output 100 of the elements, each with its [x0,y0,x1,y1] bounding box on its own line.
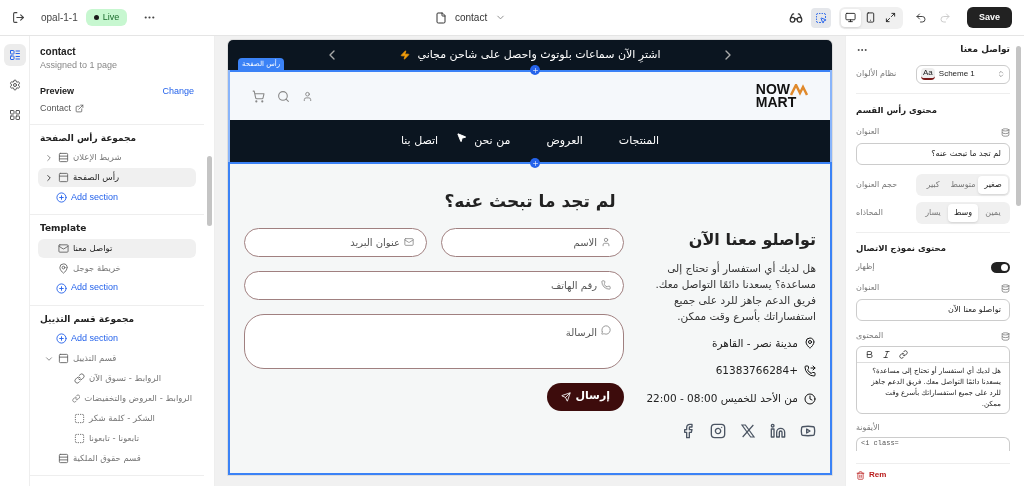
italic-icon[interactable] [882,350,891,359]
section-item[interactable]: تابعونا - تابعونا [38,429,196,448]
device-button[interactable] [840,8,861,27]
preview-link[interactable]: Contact [40,102,194,116]
section-item[interactable]: قسم حقوق الملكية [38,449,196,468]
chevron-icon[interactable] [44,172,54,183]
page-selector[interactable]: contact [434,10,507,25]
segment-option[interactable]: كبير [918,176,948,195]
glasses-icon[interactable] [788,10,803,25]
field-label: المحاذاه [856,207,883,220]
scrollbar[interactable] [1016,46,1021,206]
nav-link[interactable]: اتصل بنا [400,132,439,150]
contact-description: هل لديك أي استفسار أو تحتاج إلى مساعدة؟ يسعدنا دائمًا التواصل معك. فريق الدعم جاهز للرد على جميع استفساراتك بأسرع وقت ممكن. [654,260,816,324]
segment-option[interactable]: يمين [978,204,1008,223]
save-button[interactable]: Save [966,6,1012,29]
form-field[interactable]: عنوان البريد [244,227,427,257]
fullscreen-icon [885,12,897,23]
add-icon[interactable] [56,333,67,344]
contact-title: تواصلو معنا الآن [687,228,816,251]
group-title: مجموعة رأس الصفحة [39,131,138,145]
announcement-text: اشترِ الآن سماعات بلوتوث واحصل على شاحن مجاني [417,46,661,64]
section-icon [58,152,69,163]
scheme-select[interactable]: Aa Scheme 1 [916,64,1010,84]
database-icon[interactable] [1001,331,1010,341]
logo-text: NOW [755,83,790,96]
section-item[interactable]: شريط الإعلان [38,148,196,167]
inspector-button[interactable] [810,7,831,28]
add-section-link[interactable]: Add section [71,190,119,205]
field-label: العنوان [856,126,880,139]
field-label: حجم العنوان [856,179,898,192]
rail-button[interactable] [3,44,26,66]
search-icon[interactable] [277,89,290,103]
nav-link[interactable]: العروض [546,132,583,150]
lightning-icon [399,50,410,60]
undo-icon[interactable] [914,11,927,24]
form-field[interactable]: الاسم [441,227,624,257]
section-item[interactable]: تواصل معنا [38,238,196,258]
add-section-icon[interactable] [530,65,540,75]
desktop-icon [845,12,857,23]
show-toggle[interactable] [991,261,1010,273]
email-icon [404,237,414,247]
section-icon [74,413,85,424]
cart-icon[interactable] [252,89,265,103]
sections-icon [8,49,21,61]
section-item[interactable]: الروابط - تسوق الآن [38,369,196,388]
group-title: مجموعة قسم التذييل [39,312,136,326]
section-icon [58,453,69,464]
chevrons-icon [997,70,1005,78]
field-label: المحتوى [856,330,884,342]
section-item[interactable]: رأس الصفحة [38,168,196,187]
add-icon[interactable] [56,282,67,294]
bold-icon[interactable] [865,350,874,359]
instagram-icon[interactable] [710,422,726,439]
section-heading: لم تجد ما تبحث عنه؟ [443,190,617,213]
heading-input[interactable]: لم تجد ما تبحث عنه؟ [856,143,1010,166]
scheme-swatch: Aa [921,68,935,80]
section-icon [58,262,69,274]
cursor-icon [456,132,467,143]
add-section-link[interactable]: Add section [71,281,119,295]
exit-icon[interactable] [12,11,25,24]
logo-text: MART [755,96,798,109]
section-icon [71,393,81,404]
add-section-icon[interactable] [530,158,540,168]
segment-option[interactable]: وسط [948,204,978,223]
section-item[interactable]: خريطة جوجل [38,258,196,278]
section-icon [74,433,85,444]
contact-detail: من الأحد للخميس 08:00 - 22:00 [646,391,798,407]
remove-button[interactable]: Rem [856,469,887,481]
title-input[interactable]: تواصلو معنا الآن [856,299,1010,321]
send-button[interactable]: إرسال [547,382,624,411]
send-icon [561,391,572,402]
name-icon [601,237,611,247]
database-icon[interactable] [1001,127,1010,137]
scrollbar[interactable] [207,156,212,226]
message-icon [601,324,611,335]
section-item[interactable]: الروابط - العروض والتخفيضات [38,389,196,408]
phone-icon [804,365,816,378]
form-field[interactable]: رقم الهاتف [244,270,624,300]
x-icon[interactable] [740,422,756,439]
segment-option[interactable]: يسار [918,204,948,223]
select-icon [814,11,827,24]
message-field[interactable]: الرسالة [244,313,624,369]
link-icon[interactable] [899,350,908,359]
store-logo[interactable]: NOW MART [755,83,808,109]
section-icon [74,373,85,384]
segment-option[interactable]: صغير [978,176,1008,195]
section-title: محتوى نموذج الاتصال [856,242,947,255]
nav-link[interactable]: من نحن [474,132,511,150]
add-section-link[interactable]: Add section [71,331,119,346]
field-label: نظام الألوان [856,68,897,80]
apps-icon [8,109,21,121]
section-item[interactable]: الشكر - كلمة شكر [38,409,196,428]
linkedin-icon[interactable] [770,422,786,439]
database-icon[interactable] [1001,283,1010,293]
segment-option[interactable]: متوسط [948,176,978,195]
change-link[interactable]: Change [162,84,194,98]
nav-link[interactable]: المنتجات [618,132,660,150]
section-item[interactable]: قسم التذييل [38,349,196,368]
add-icon[interactable] [56,192,67,203]
external-link-icon [75,104,85,114]
